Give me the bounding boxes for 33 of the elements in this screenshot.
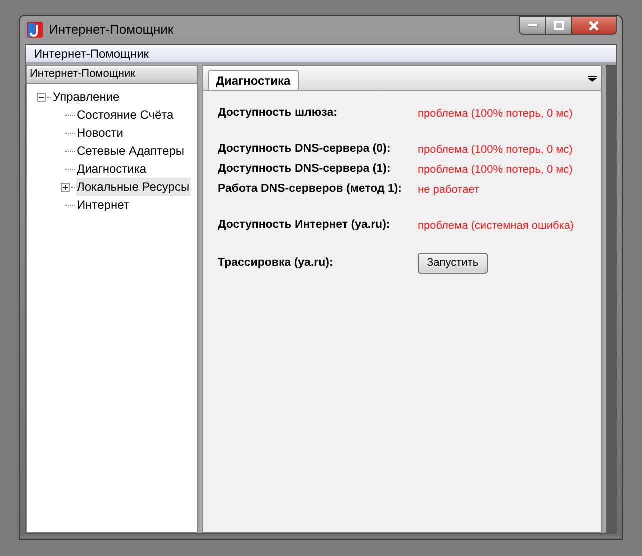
minimize-icon [528, 24, 538, 28]
close-icon [588, 20, 600, 30]
field-label: Доступность шлюза: [218, 106, 338, 122]
status-text: не работает [418, 182, 480, 198]
tree-item[interactable]: Новости [76, 124, 124, 142]
field-label: Работа DNS-серверов (метод 1): [218, 182, 404, 198]
field-label: Доступность Интернет (ya.ru): [218, 218, 392, 234]
field-label: Доступность DNS-сервера (1): [218, 162, 392, 178]
panel-title: Интернет-Помощник [30, 67, 136, 82]
menu-item[interactable]: Интернет-Помощник [34, 44, 150, 62]
tree-item[interactable]: Локальные Ресурсы [76, 178, 191, 196]
field-label: Доступность DNS-сервера (0): [218, 142, 392, 158]
maximize-button[interactable] [546, 16, 572, 35]
maximize-icon [554, 21, 564, 30]
status-text: проблема (системная ошибка) [418, 218, 574, 234]
window-title: Интернет-Помощник [49, 21, 174, 40]
status-text: проблема (100% потерь, 0 мс) [418, 142, 573, 158]
expander-icon[interactable] [37, 92, 46, 102]
tree-item[interactable]: Интернет [76, 196, 130, 214]
dropdown-icon[interactable] [588, 76, 597, 82]
tree-item[interactable]: Состояние Счёта [76, 106, 175, 124]
tree-item[interactable]: Диагностика [76, 160, 148, 178]
run-button[interactable]: Запустить [418, 253, 488, 274]
tree-item[interactable]: Сетевые Адаптеры [76, 142, 186, 160]
field-label: Трассировка (ya.ru): [218, 256, 334, 271]
tab[interactable]: Диагностика [208, 70, 299, 90]
close-button[interactable] [572, 16, 617, 35]
app-logo-icon [27, 22, 43, 38]
status-text: проблема (100% потерь, 0 мс) [418, 162, 573, 178]
minimize-button[interactable] [519, 16, 546, 35]
status-text: проблема (100% потерь, 0 мс) [418, 106, 573, 122]
expander-icon[interactable] [61, 182, 70, 192]
tree-item[interactable]: Управление [52, 88, 121, 106]
